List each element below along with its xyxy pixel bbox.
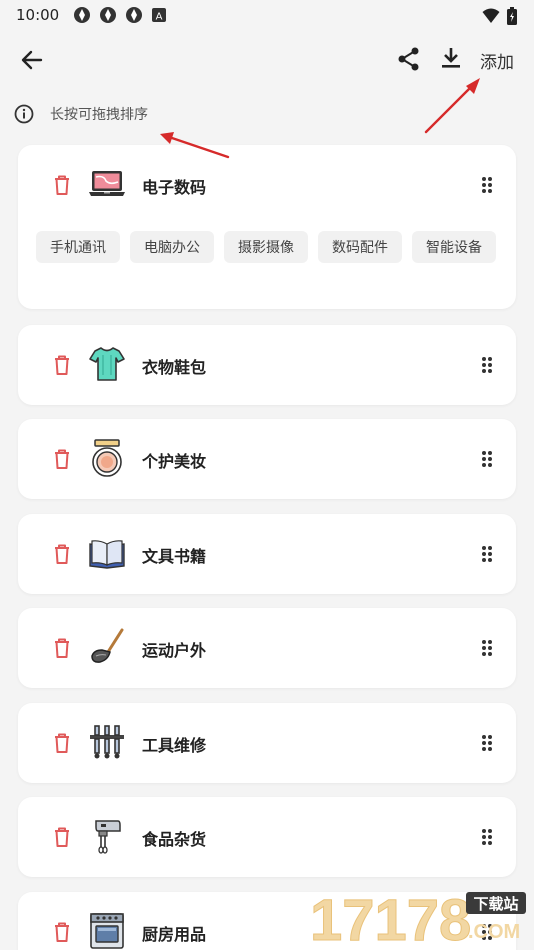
category-row: 衣物鞋包 [18,325,516,405]
battery-icon [506,6,518,30]
subcategory-chip[interactable]: 电脑办公 [130,231,214,263]
app-notification-icon [125,6,143,24]
status-time: 10:00 [16,6,60,24]
trash-icon[interactable] [52,448,72,470]
category-label: 食品杂货 [142,830,207,849]
hand-mixer-icon [95,820,121,854]
drag-handle-icon[interactable] [480,733,494,753]
site-watermark-logo: 17178 下载站 .COM [310,888,526,950]
category-row: 文具书籍 [18,514,516,594]
drag-handle-icon[interactable] [480,175,494,195]
wifi-icon [482,8,500,28]
category-row: 运动户外 [18,608,516,688]
download-button[interactable] [438,45,464,71]
subcategory-chips: 手机通讯 电脑办公 摄影摄像 数码配件 智能设备 [36,231,506,263]
category-card[interactable]: 工具维修 [18,703,516,783]
category-label: 工具维修 [142,736,207,755]
compact-mirror-icon [92,439,122,477]
category-label: 文具书籍 [142,547,207,566]
svg-text:下载站: 下载站 [473,895,518,913]
share-icon [398,47,419,71]
trash-icon[interactable] [52,174,72,196]
svg-text:.COM: .COM [468,921,520,943]
subcategory-chip[interactable]: 摄影摄像 [224,231,308,263]
svg-text:17178: 17178 [310,888,471,950]
oven-icon [90,913,124,949]
status-right [482,6,518,30]
download-icon [442,48,460,68]
racket-icon [91,628,124,663]
arrow-left-icon [21,50,43,70]
open-book-icon [89,540,125,569]
drag-handle-icon[interactable] [480,449,494,469]
trash-icon[interactable] [52,354,72,376]
category-label: 电子数码 [142,178,207,197]
share-button[interactable] [396,46,422,72]
add-button[interactable]: 添加 [480,48,514,73]
category-row: 工具维修 [18,703,516,783]
trash-icon[interactable] [52,921,72,943]
tool-rack-icon [90,725,124,759]
category-card[interactable]: 电子数码 手机通讯 电脑办公 摄影摄像 数码配件 智能设备 [18,145,516,309]
category-label: 衣物鞋包 [142,358,207,377]
svg-text:A: A [156,12,163,23]
category-card[interactable]: 衣物鞋包 [18,325,516,405]
drag-handle-icon[interactable] [480,638,494,658]
app-notification-icon [99,6,117,24]
drag-handle-icon[interactable] [480,355,494,375]
drag-handle-icon[interactable] [480,544,494,564]
app-notification-icon: A [151,7,167,23]
back-button[interactable] [18,46,46,74]
trash-icon[interactable] [52,543,72,565]
category-row: 电子数码 [18,145,516,225]
shirt-icon [89,347,125,381]
sort-hint: 长按可拖拽排序 [14,104,148,124]
status-bar: 10:00 A [0,0,534,30]
trash-icon[interactable] [52,637,72,659]
category-label: 个护美妆 [142,452,207,471]
laptop-icon [89,171,125,196]
info-icon [14,104,34,124]
subcategory-chip[interactable]: 数码配件 [318,231,402,263]
subcategory-chip[interactable]: 手机通讯 [36,231,120,263]
app-notification-icon [73,6,91,24]
category-label: 运动户外 [142,641,207,660]
annotation-arrowhead [160,132,174,144]
annotation-arrow-line [424,84,474,134]
category-label: 厨房用品 [142,925,207,944]
trash-icon[interactable] [52,732,72,754]
category-row: 个护美妆 [18,419,516,499]
drag-handle-icon[interactable] [480,827,494,847]
category-row: 食品杂货 [18,797,516,877]
category-card[interactable]: 食品杂货 [18,797,516,877]
trash-icon[interactable] [52,826,72,848]
sort-hint-text: 长按可拖拽排序 [50,107,148,123]
category-card[interactable]: 个护美妆 [18,419,516,499]
app-bar: 添加 [0,30,534,88]
category-card[interactable]: 文具书籍 [18,514,516,594]
subcategory-chip[interactable]: 智能设备 [412,231,496,263]
category-card[interactable]: 运动户外 [18,608,516,688]
